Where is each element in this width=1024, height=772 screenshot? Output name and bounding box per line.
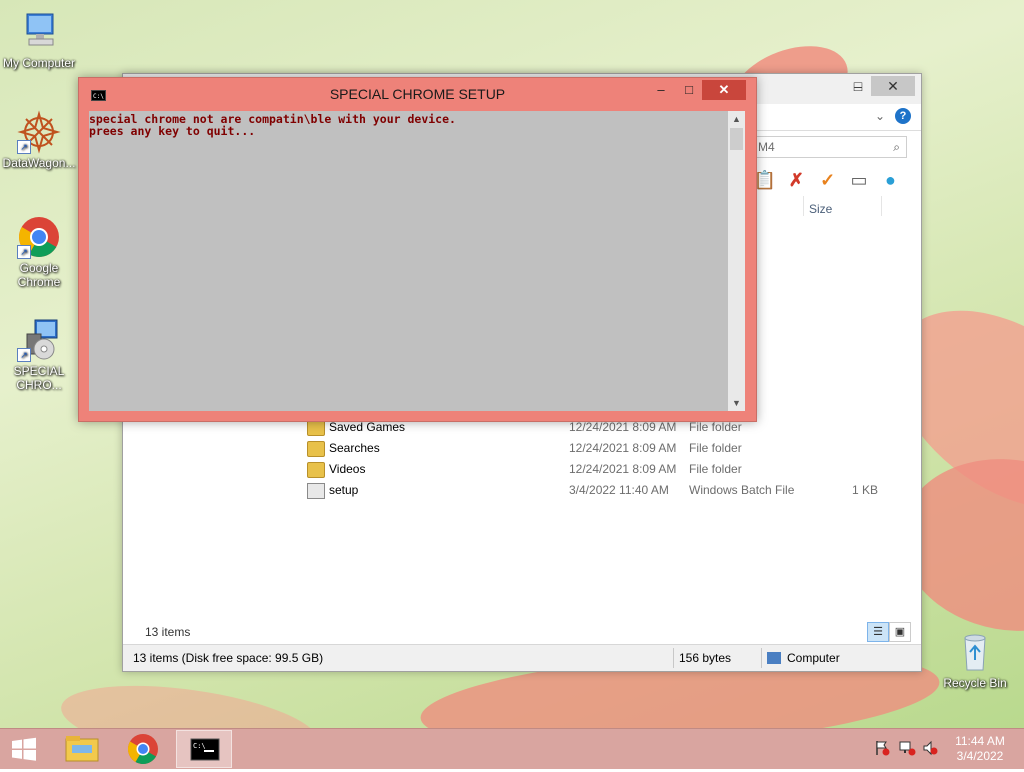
- desktop-icon-label: Google Chrome: [17, 261, 61, 289]
- console-title-bar[interactable]: C:\ SPECIAL CHROME SETUP – □ ✕: [79, 78, 756, 108]
- taskbar: C:\ 11:44 AM 3/4/2022: [0, 728, 1024, 769]
- delete-icon[interactable]: ✗: [782, 170, 810, 191]
- desktop-icon-my-computer[interactable]: My Computer: [0, 10, 79, 70]
- console-maximize-button[interactable]: □: [675, 80, 703, 100]
- wallpaper-petal: [56, 672, 324, 728]
- computer-icon: [17, 10, 61, 54]
- shortcut-arrow-icon: ↗: [17, 348, 31, 362]
- batch-file-icon: [307, 483, 325, 499]
- desktop-icon-google-chrome[interactable]: ↗ Google Chrome: [0, 215, 79, 289]
- file-type: File folder: [689, 441, 742, 455]
- file-date: 12/24/2021 8:09 AM: [569, 462, 677, 476]
- chevron-down-icon[interactable]: ⌄: [875, 109, 885, 123]
- help-icon[interactable]: ?: [895, 108, 911, 124]
- scroll-down-icon[interactable]: ▼: [728, 395, 745, 411]
- scroll-up-icon[interactable]: ▲: [728, 111, 745, 127]
- svg-text:C:\: C:\: [193, 742, 206, 750]
- file-size: 1 KB: [852, 483, 879, 497]
- folder-icon: [307, 441, 325, 457]
- search-input-text: M4: [758, 140, 775, 154]
- command-prompt-icon: C:\: [190, 738, 220, 761]
- console-close-button[interactable]: ✕: [702, 80, 746, 100]
- command-prompt-icon: C:\: [91, 90, 106, 101]
- file-date: 3/4/2022 11:40 AM: [569, 483, 669, 497]
- explorer-maximize-button[interactable]: □: [843, 76, 873, 96]
- file-name: Videos: [329, 462, 366, 476]
- column-divider: [803, 196, 804, 216]
- folder-icon: [307, 420, 325, 436]
- large-icons-view-button[interactable]: ▣: [889, 622, 911, 642]
- details-view-button[interactable]: ☰: [867, 622, 889, 642]
- folder-icon: [65, 736, 99, 762]
- status-location: Computer: [787, 651, 840, 665]
- explorer-status-bar: 13 items (Disk free space: 99.5 GB) 156 …: [123, 644, 921, 671]
- taskbar-file-explorer[interactable]: [54, 730, 110, 768]
- file-type: File folder: [689, 462, 742, 476]
- network-icon[interactable]: [898, 740, 916, 759]
- windows-logo-icon: [12, 737, 36, 761]
- file-name: Searches: [329, 441, 380, 455]
- desktop-icon-label: DataWagon...: [2, 156, 76, 170]
- desktop-icon-special-chrome[interactable]: ↗ SPECIAL CHRO...: [0, 318, 79, 392]
- status-divider: [761, 648, 762, 668]
- console-title: SPECIAL CHROME SETUP: [329, 86, 506, 102]
- datawagon-logo-icon: ↗: [17, 110, 61, 154]
- clock-time: 11:44 AM: [955, 734, 1005, 748]
- column-header-size[interactable]: Size: [809, 202, 832, 216]
- start-button[interactable]: [0, 730, 48, 768]
- console-minimize-button[interactable]: –: [647, 80, 675, 100]
- console-window[interactable]: C:\ SPECIAL CHROME SETUP – □ ✕ special c…: [78, 77, 757, 422]
- folder-icon: [307, 462, 325, 478]
- search-input[interactable]: M4 ⌕: [753, 136, 907, 158]
- explorer-close-button[interactable]: ✕: [871, 76, 915, 96]
- file-row[interactable]: Videos 12/24/2021 8:09 AM File folder: [307, 459, 897, 480]
- item-count: 13 items: [145, 625, 191, 639]
- computer-icon: [767, 652, 781, 664]
- status-items: 13 items (Disk free space: 99.5 GB): [133, 651, 324, 665]
- explorer-toolbar: 📋 ✗ ✓ ▭ ●: [751, 170, 904, 194]
- column-divider: [881, 196, 882, 216]
- status-size: 156 bytes: [679, 651, 732, 665]
- taskbar-chrome[interactable]: [115, 730, 171, 768]
- scroll-thumb[interactable]: [730, 128, 743, 150]
- desktop-icon-recycle-bin[interactable]: Recycle Bin: [935, 630, 1015, 690]
- rename-icon[interactable]: ▭: [845, 170, 873, 191]
- properties-icon[interactable]: ●: [876, 170, 904, 191]
- chrome-icon: ↗: [17, 215, 61, 259]
- recycle-bin-icon: [953, 630, 997, 674]
- desktop-icon-datawagon[interactable]: ↗ DataWagon...: [0, 110, 79, 170]
- taskbar-console[interactable]: C:\: [176, 730, 232, 768]
- search-icon[interactable]: ⌕: [893, 137, 900, 157]
- file-row[interactable]: setup 3/4/2022 11:40 AM Windows Batch Fi…: [307, 480, 897, 501]
- file-type: Windows Batch File: [689, 483, 795, 497]
- file-name: setup: [329, 483, 359, 497]
- console-output[interactable]: special chrome not are compatin\ble with…: [89, 111, 728, 411]
- system-clock[interactable]: 11:44 AM 3/4/2022: [940, 734, 1020, 764]
- checkmark-icon[interactable]: ✓: [814, 170, 842, 191]
- shortcut-arrow-icon: ↗: [17, 245, 31, 259]
- installer-icon: ↗: [17, 318, 61, 362]
- shortcut-arrow-icon: ↗: [17, 140, 31, 154]
- desktop-icon-label: Recycle Bin: [943, 676, 1007, 690]
- file-row[interactable]: Searches 12/24/2021 8:09 AM File folder: [307, 438, 897, 459]
- status-divider: [673, 648, 674, 668]
- desktop: My Computer ↗ DataWagon... ↗ Google Chro…: [0, 0, 1024, 728]
- desktop-icon-label: My Computer: [2, 56, 76, 70]
- file-date: 12/24/2021 8:09 AM: [569, 441, 677, 455]
- chrome-icon: [127, 734, 158, 765]
- console-scrollbar[interactable]: ▲ ▼: [728, 111, 745, 411]
- console-line: prees any key to quit...: [89, 124, 256, 138]
- volume-muted-icon[interactable]: [922, 740, 938, 759]
- clock-date: 3/4/2022: [956, 749, 1004, 763]
- desktop-icon-label: SPECIAL CHRO...: [13, 364, 65, 392]
- action-center-flag-icon[interactable]: [874, 740, 890, 759]
